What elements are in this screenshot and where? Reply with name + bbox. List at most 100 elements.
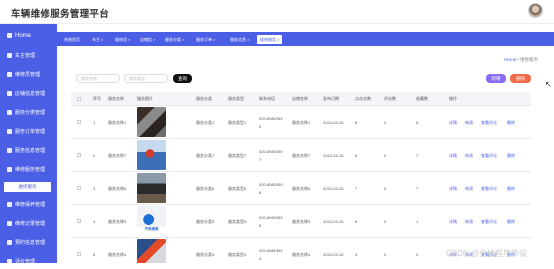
tab-1[interactable]: 车主 × (89, 35, 106, 44)
row-checkbox[interactable] (77, 186, 81, 190)
sidebar-item-2[interactable]: 店铺信息管理 (0, 86, 57, 101)
service-image (137, 239, 166, 263)
sidebar-item-4[interactable]: 服务订单管理 (0, 124, 57, 139)
edit-button[interactable]: 修改 (465, 153, 473, 159)
column-header: 发布日期 (323, 96, 339, 101)
contact-phone: 020-8981959 (259, 149, 283, 154)
tab-5[interactable]: 服务订单 × (193, 35, 218, 44)
service-image (137, 173, 166, 203)
favorite-count: 7 (416, 186, 419, 191)
breadcrumb-sep: / (517, 57, 519, 62)
row-checkbox[interactable] (77, 120, 81, 124)
sidebar-item-3[interactable]: 服务分类管理 (0, 105, 57, 120)
search-type-input[interactable]: 服务类型 (124, 74, 168, 83)
delete-row-button[interactable]: 删除 (507, 219, 515, 225)
sidebar-item-1[interactable]: 维修员管理 (0, 67, 57, 82)
service-name: 服务名称4 (108, 252, 127, 257)
view-comments-button[interactable]: 查看评论 (481, 219, 497, 225)
tab-4[interactable]: 服务分类 × (162, 35, 187, 44)
row-index: 4 (93, 219, 96, 224)
view-comments-button[interactable]: 查看评论 (481, 186, 497, 192)
service-type: 服务类型5 (228, 219, 247, 224)
sidebar-item-0[interactable]: 车主管理 (0, 48, 57, 63)
publish-date: 2024-03-15 (323, 252, 344, 257)
top-bar: 车辆维修服务管理平台 (0, 0, 554, 24)
tab-3[interactable]: 店铺信 × (137, 35, 158, 44)
avatar[interactable] (528, 3, 543, 18)
shop-name: 服务名称5 (292, 219, 311, 224)
sidebar-item-10[interactable]: 评价管理 (0, 254, 57, 269)
tab-7[interactable]: 维修服务 × (257, 35, 283, 44)
column-header: 操作 (449, 96, 457, 101)
service-name: 服务名称5 (108, 219, 127, 224)
sidebar-item-9[interactable]: 预约信息管理 (0, 235, 57, 250)
sidebar-item-home[interactable]: Home (0, 28, 57, 43)
row-checkbox[interactable] (77, 252, 81, 256)
detail-button[interactable]: 详情 (449, 120, 457, 126)
contact-phone-cont: 5 (259, 124, 262, 129)
service-category: 服务分类7 (196, 153, 215, 158)
search-name-input[interactable]: 服务名称 (76, 74, 120, 83)
sidebar-item-label: 服务订单管理 (15, 129, 46, 135)
contact-phone-cont: 7 (259, 157, 262, 162)
detail-button[interactable]: 详情 (449, 219, 457, 225)
publish-date: 2024-03-15 (323, 153, 344, 158)
click-count: 7 (355, 186, 358, 191)
sidebar-item-6[interactable]: 维修服务管理 (0, 162, 57, 177)
service-type: 服务类型4 (228, 252, 247, 257)
service-name: 服务名称1 (108, 120, 127, 125)
row-checkbox[interactable] (77, 219, 81, 223)
view-comments-button[interactable]: 查看评论 (481, 153, 497, 159)
row-checkbox[interactable] (77, 153, 81, 157)
comment-count: 0 (384, 186, 387, 191)
menu-icon (7, 129, 12, 134)
delete-row-button[interactable]: 删除 (507, 153, 515, 159)
sidebar-item-label: 维修员管理 (15, 72, 41, 78)
menu-icon (7, 148, 12, 153)
row-index: 2 (93, 153, 96, 158)
search-button[interactable]: 查询 (173, 74, 192, 83)
menu-icon (7, 167, 12, 172)
delete-button[interactable]: 删除 (510, 74, 531, 83)
delete-row-button[interactable]: 删除 (507, 120, 515, 126)
edit-button[interactable]: 修改 (465, 219, 473, 225)
tab-6[interactable]: 服务信息 × (227, 35, 252, 44)
row-index: 3 (93, 186, 96, 191)
app-title: 车辆维修服务管理平台 (11, 9, 110, 20)
add-button[interactable]: 新增 (486, 74, 506, 83)
edit-button[interactable]: 修改 (465, 186, 473, 192)
service-type: 服务类型6 (228, 186, 247, 191)
sidebar-item-5[interactable]: 服务信息管理 (0, 143, 57, 158)
sidebar-item-label: 评价管理 (15, 259, 36, 265)
select-all-checkbox[interactable] (77, 97, 81, 101)
click-count: 8 (355, 120, 358, 125)
service-name: 服务名称6 (108, 186, 127, 191)
thumb-caption: 汽车维修 (144, 227, 159, 231)
column-header: 服务分类 (196, 96, 212, 101)
sidebar: Home 车主管理 维修员管理 店铺信息管理 服务分类管理 服务订单管理 服务信息管理 维修… (0, 24, 57, 265)
sidebar-item-7[interactable]: 维修保养管理 (0, 197, 57, 212)
delete-row-button[interactable]: 删除 (507, 186, 515, 192)
click-count: 8 (355, 219, 358, 224)
publish-date: 2024-03-15 (323, 120, 344, 125)
sidebar-item-label: 维修保养管理 (15, 202, 46, 208)
table-row: 4 服务名称5 汽车维修 服务分类5 服务类型5 020-8981959 5 服务名称5 202… (71, 205, 531, 238)
edit-button[interactable]: 修改 (465, 120, 473, 126)
detail-button[interactable]: 详情 (449, 186, 457, 192)
sidebar-subitem-active[interactable]: 维修服务 (4, 182, 51, 192)
service-image (137, 140, 166, 170)
tab-0[interactable]: 系统首页 (61, 35, 83, 44)
view-comments-button[interactable]: 查看评论 (481, 120, 497, 126)
menu-icon (7, 53, 12, 58)
breadcrumb-home[interactable]: Home (504, 57, 516, 62)
contact-phone: 020-8981959 (259, 116, 283, 121)
click-count: 4 (355, 252, 358, 257)
sidebar-item-8[interactable]: 维修记录管理 (0, 216, 57, 231)
publish-date: 2024-03-15 (323, 219, 344, 224)
detail-button[interactable]: 详情 (449, 153, 457, 159)
menu-icon (7, 221, 12, 226)
service-image (137, 107, 166, 137)
sidebar-item-label: 维修记录管理 (15, 221, 46, 227)
tab-2[interactable]: 维修员 × (112, 35, 133, 44)
service-category: 服务分类4 (196, 252, 215, 257)
